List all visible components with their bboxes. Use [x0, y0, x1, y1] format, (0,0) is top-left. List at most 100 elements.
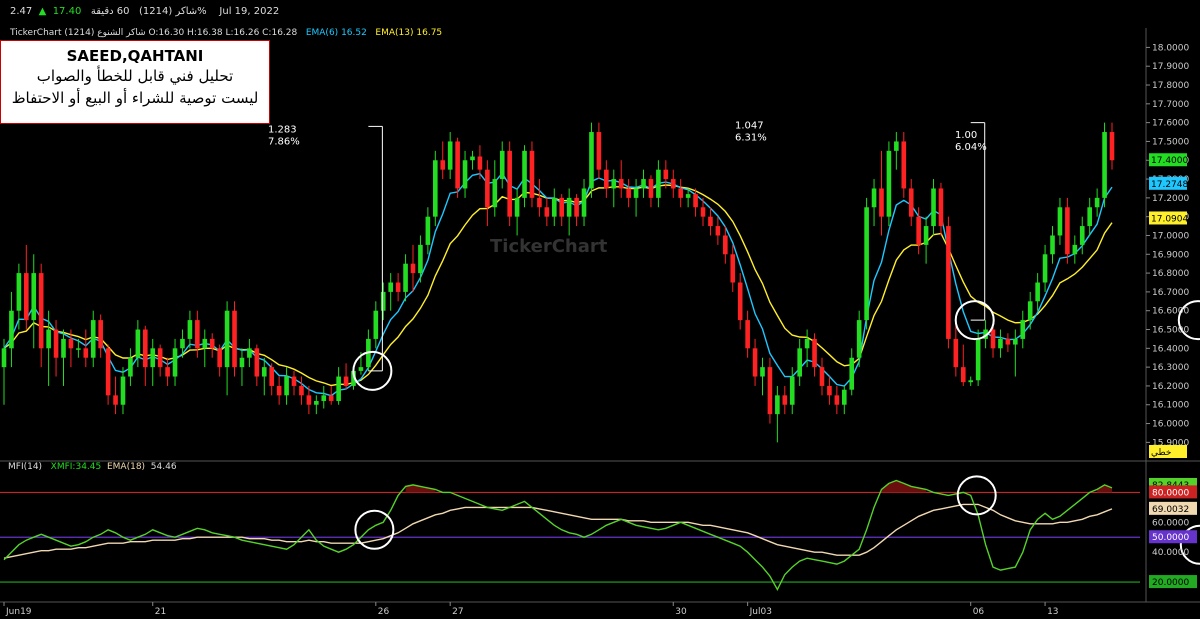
candle-body	[135, 329, 141, 358]
candle-body	[551, 197, 557, 217]
candle-body	[507, 150, 512, 217]
candle-body	[514, 197, 520, 217]
candle-body	[566, 197, 572, 217]
candle-body	[61, 338, 66, 358]
mfi-line	[3, 479, 1113, 591]
candle-body	[336, 376, 341, 401]
measure-percent: 7.86%	[268, 136, 300, 147]
candles	[1, 122, 1115, 443]
candle-body	[663, 169, 669, 180]
header-bar: شاكر (1214) 60 دقيقة 17.40 ▲ 2.47% Jul 1…	[10, 6, 279, 17]
candle-body	[180, 338, 185, 349]
candle-body	[1050, 235, 1055, 255]
date-label: Jul 19, 2022	[219, 6, 280, 17]
candle-body	[544, 207, 550, 217]
candle-body	[960, 367, 966, 383]
candle-body	[343, 376, 349, 386]
candle-body	[990, 329, 996, 349]
candle-body	[485, 169, 490, 208]
candle-body	[1102, 132, 1107, 198]
last-price: 17.40	[52, 6, 82, 17]
measure-value: 1.00	[955, 130, 977, 141]
mfi-title[interactable]: MFI(14)	[8, 462, 42, 472]
candle-body	[380, 291, 386, 311]
candle-body	[611, 179, 617, 189]
price-tick-label: 16.6000	[1152, 307, 1189, 317]
candle-body	[1094, 197, 1100, 208]
candle-body	[157, 348, 163, 368]
watermark: TickerChart	[490, 236, 608, 257]
candle-body	[529, 150, 535, 198]
candle-body	[269, 367, 275, 386]
candle-body	[871, 188, 877, 208]
candle-body	[113, 395, 118, 405]
price-tick-label: 16.9000	[1152, 250, 1189, 260]
candle-body	[224, 310, 230, 368]
price-tick-label: 17.8000	[1152, 81, 1189, 91]
candle-body	[946, 226, 951, 339]
candle-body	[574, 197, 579, 217]
mfi-ema-tag: 69.0032	[1152, 505, 1189, 515]
candle-body	[31, 273, 37, 321]
candle-body	[254, 348, 260, 377]
time-axis[interactable]: Jun1921262730Jul0306131718	[3, 602, 1200, 617]
candle-body	[492, 179, 498, 208]
ema6-label[interactable]: EMA(6)	[306, 28, 338, 38]
candle-body	[172, 348, 178, 377]
candle-body	[142, 329, 148, 368]
ema13-line	[3, 184, 1113, 387]
candle-body	[440, 160, 446, 170]
candle-body	[403, 263, 408, 292]
candle-body	[1020, 320, 1026, 339]
mfi-ema-label[interactable]: EMA(18)	[107, 462, 145, 472]
candle-body	[782, 395, 788, 405]
time-tick-label: Jun19	[5, 607, 32, 617]
price-tick-label: 17.7000	[1152, 100, 1189, 110]
candle-body	[998, 338, 1003, 349]
candle-body	[68, 338, 74, 349]
candle-body	[864, 207, 869, 321]
mfi-tick-label: 60.0000	[1152, 518, 1189, 528]
candle-body	[879, 188, 884, 217]
mfi-ema-line	[3, 503, 1113, 559]
candle-body	[202, 338, 208, 349]
candle-body	[819, 367, 825, 386]
candle-body	[306, 395, 312, 405]
candle-body	[938, 188, 944, 227]
candle-body	[953, 338, 959, 368]
candle-body	[373, 310, 379, 339]
time-tick-label: 30	[675, 607, 687, 617]
ema6-value: 16.52	[341, 28, 367, 38]
candle-body	[477, 156, 483, 170]
price-tick-label: 16.4000	[1152, 344, 1189, 354]
candle-body	[618, 179, 624, 189]
ema13-label[interactable]: EMA(13)	[375, 28, 413, 38]
candle-body	[1072, 244, 1078, 255]
symbol-label[interactable]: شاكر (1214)	[139, 6, 197, 17]
mfi-tick-label: 40.0000	[1152, 548, 1189, 558]
candle-body	[908, 188, 914, 217]
candle-body	[1013, 338, 1018, 345]
candle-body	[923, 226, 929, 245]
candle-body	[886, 150, 892, 217]
candle-body	[589, 132, 594, 189]
measure-percent: 6.04%	[955, 142, 987, 153]
candle-body	[804, 338, 810, 349]
candle-body	[76, 348, 81, 350]
candle-body	[105, 348, 111, 396]
candle-body	[968, 380, 974, 383]
candle-body	[98, 320, 103, 349]
up-arrow-icon: ▲	[38, 6, 47, 17]
candle-body	[470, 156, 475, 161]
price-tick-label: 16.7000	[1152, 288, 1189, 298]
price-tick-label: 16.5000	[1152, 326, 1189, 336]
interval-label[interactable]: 60 دقيقة	[91, 6, 130, 17]
ema13-value: 16.75	[416, 28, 443, 38]
candle-body	[604, 169, 609, 189]
candle-body	[849, 357, 855, 390]
candle-body	[894, 141, 899, 151]
candle-body	[1, 348, 7, 368]
time-tick-label: 27	[452, 607, 463, 617]
price-axis[interactable]: 18.0000 17.9000 17.8000 17.7000 17.6000 17.50…	[1146, 43, 1189, 458]
mfi-ema-value: 54.46	[150, 462, 177, 472]
